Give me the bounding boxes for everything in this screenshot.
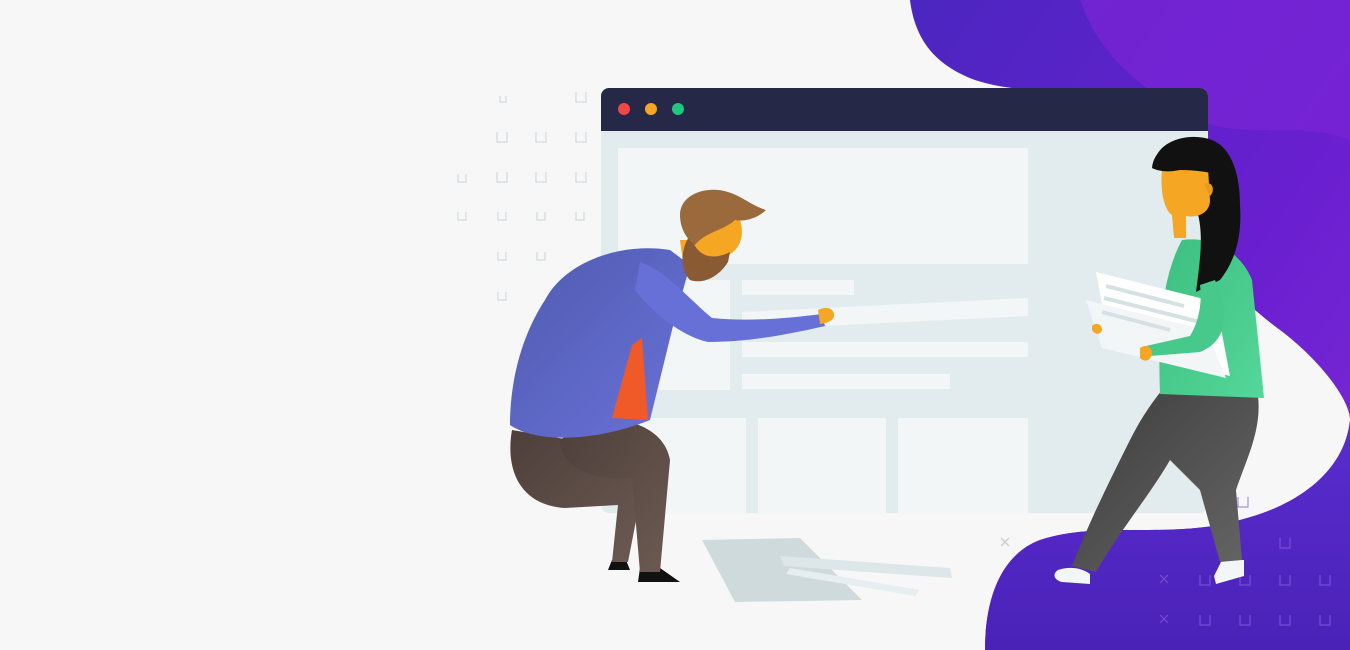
text-line bbox=[742, 280, 854, 295]
maximize-dot-icon bbox=[672, 103, 684, 115]
card-block bbox=[758, 418, 886, 513]
hero-block bbox=[618, 148, 1028, 264]
minimize-dot-icon bbox=[645, 103, 657, 115]
hero-illustration bbox=[0, 0, 1350, 650]
card-block bbox=[898, 418, 1028, 513]
close-mark-icon bbox=[1000, 537, 1010, 547]
close-dot-icon bbox=[618, 103, 630, 115]
browser-title-bar bbox=[601, 88, 1208, 131]
floor-papers bbox=[702, 538, 952, 602]
illustration-canvas bbox=[457, 0, 1350, 650]
text-line bbox=[742, 374, 950, 389]
text-line bbox=[742, 342, 1028, 357]
decorative-dot-grid bbox=[457, 92, 587, 301]
